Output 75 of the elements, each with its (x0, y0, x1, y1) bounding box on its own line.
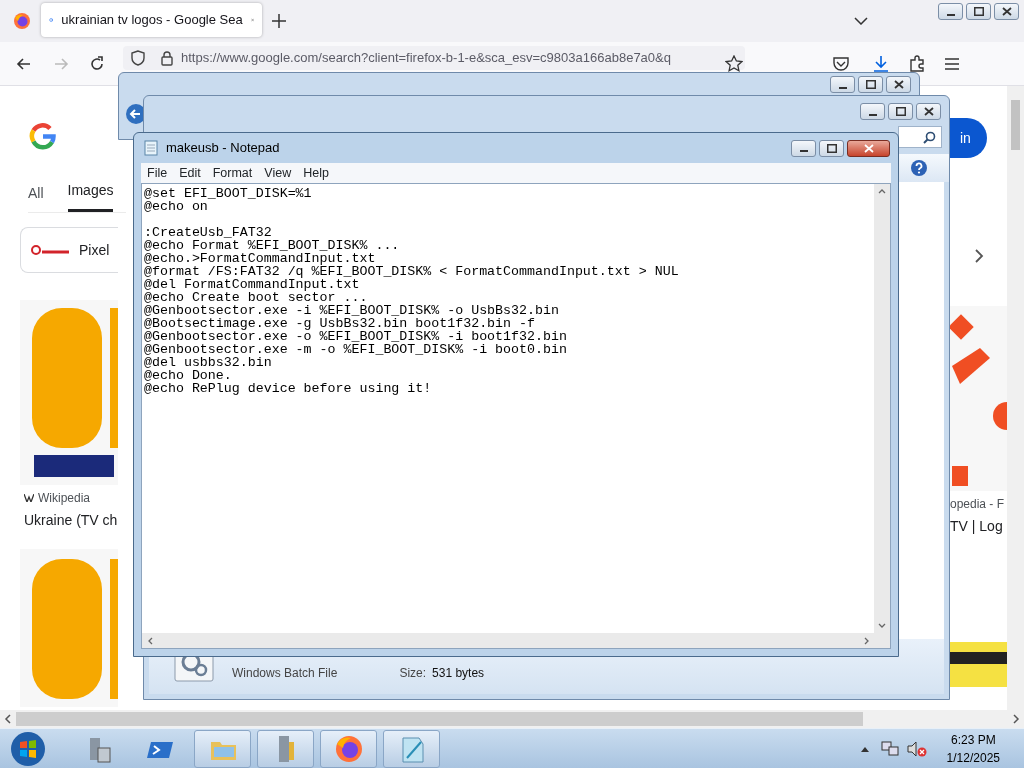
menu-item[interactable]: Help (297, 163, 335, 183)
url-text: https://www.google.com/search?client=firefox-b-1-e&sca_esv=c9803a166ab8e7a0&q (181, 49, 671, 68)
maximize-icon (826, 143, 837, 153)
star-icon[interactable] (725, 54, 743, 73)
show-hidden-icons[interactable] (860, 745, 869, 752)
firefox-icon[interactable] (13, 12, 31, 30)
scroll-left-icon[interactable] (4, 714, 12, 724)
search-icon[interactable] (923, 130, 936, 144)
source-label: opedia - F (950, 496, 1005, 513)
scroll-down-icon[interactable] (878, 623, 886, 629)
tab-title: ukrainian tv logos - Google Sea (61, 11, 243, 30)
pocket-icon[interactable] (832, 55, 850, 72)
scroll-right-icon[interactable] (1012, 714, 1020, 724)
scroll-left-icon[interactable] (147, 636, 153, 645)
download-icon[interactable] (872, 54, 890, 73)
taskbar-button[interactable] (257, 729, 314, 768)
clock-time[interactable]: 6:23 PM (950, 730, 996, 749)
lock-icon[interactable] (161, 50, 173, 66)
result-title[interactable]: Ukraine (TV ch (24, 510, 118, 531)
minimize-icon (946, 13, 955, 16)
minimize-button[interactable] (791, 139, 816, 157)
filter-chip[interactable]: Pixel (20, 227, 118, 273)
sign-in-button[interactable]: in (950, 118, 987, 158)
maximize-icon (895, 107, 906, 116)
scroll-up-icon[interactable] (878, 188, 886, 194)
notepad-icon (144, 140, 158, 156)
maximize-button[interactable] (858, 76, 883, 93)
maximize-button[interactable] (888, 103, 913, 120)
maximize-icon (865, 80, 876, 89)
minimize-icon (799, 150, 808, 152)
search-tab[interactable]: Images (67, 180, 114, 212)
wikipedia-icon (24, 494, 34, 502)
browser-tab[interactable]: ukrainian tv logos - Google Sea (41, 3, 262, 37)
close-button[interactable] (847, 139, 890, 157)
close-button[interactable] (916, 103, 941, 120)
menu-icon[interactable] (944, 56, 960, 71)
start-button[interactable] (10, 730, 46, 767)
file-type-label: Windows Batch File (232, 665, 338, 682)
extension-icon[interactable] (908, 54, 926, 73)
close-button[interactable] (886, 76, 911, 93)
chevron-right-icon[interactable] (974, 248, 984, 264)
minimize-button[interactable] (938, 3, 963, 20)
search-tab[interactable]: All (28, 183, 44, 212)
address-bar[interactable]: https://www.google.com/search?client=firefox-b-1-e&sca_esv=c9803a166ab8e7a0&q (123, 46, 745, 70)
google-logo[interactable] (27, 120, 59, 152)
window-title: makeusb - Notepad (166, 139, 280, 158)
maximize-button[interactable] (966, 3, 991, 20)
scroll-right-icon[interactable] (864, 636, 870, 645)
minimize-button[interactable] (830, 76, 855, 93)
result-title[interactable]: TV | Log (950, 516, 1007, 537)
minimize-icon (868, 113, 877, 116)
back-icon[interactable] (16, 55, 32, 72)
taskbar-button[interactable] (320, 729, 377, 768)
speaker-muted-icon[interactable] (906, 740, 927, 757)
file-size: 531 bytes (432, 665, 485, 682)
menu-item[interactable]: Edit (173, 163, 207, 183)
close-button[interactable] (994, 3, 1019, 20)
chevron-down-icon[interactable] (854, 17, 868, 25)
network-icon[interactable] (880, 740, 899, 757)
menu-item[interactable]: File (141, 163, 174, 183)
menu-item[interactable]: Format (206, 163, 259, 183)
maximize-button[interactable] (819, 139, 844, 157)
maximize-icon (973, 7, 984, 16)
size-label: Size: (399, 665, 427, 682)
search-field[interactable] (898, 126, 942, 148)
chip-logo-icon (31, 243, 71, 257)
minimize-button[interactable] (860, 103, 885, 120)
shield-icon[interactable] (131, 50, 145, 66)
help-icon[interactable] (910, 159, 928, 177)
firefox-icon (333, 733, 364, 764)
menu-item[interactable]: View (258, 163, 298, 183)
reload-icon[interactable] (89, 55, 105, 72)
new-tab-icon[interactable] (272, 14, 286, 28)
clock-date[interactable]: 1/12/2025 (946, 748, 1000, 767)
source-label: Wikipedia (38, 490, 91, 507)
